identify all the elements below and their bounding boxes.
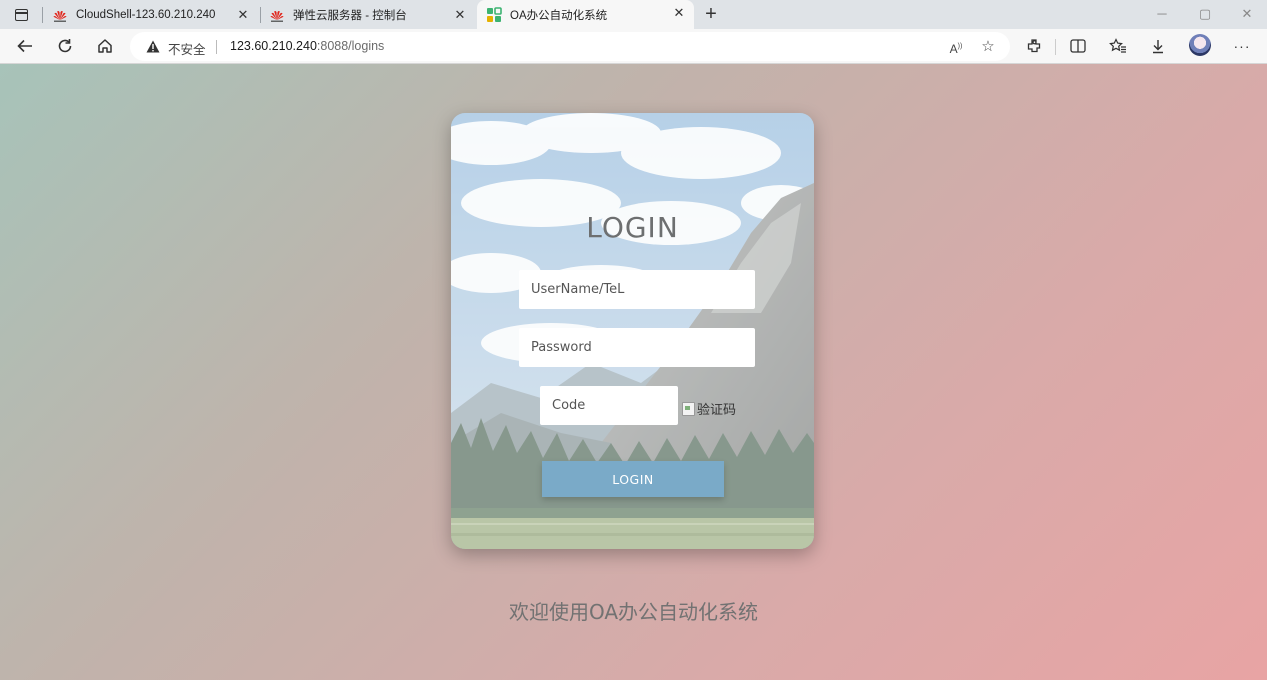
new-tab-button[interactable]: + <box>700 3 722 25</box>
login-button[interactable]: LOGIN <box>542 461 724 497</box>
tab-title: CloudShell-123.60.210.240 <box>76 9 216 21</box>
profile-avatar[interactable] <box>1189 34 1211 56</box>
split-screen-icon[interactable] <box>1066 35 1090 57</box>
tab-separator <box>260 7 261 23</box>
tab-oa-system[interactable]: OA办公自动化系统 ✕ <box>477 0 694 29</box>
minimize-button[interactable]: ─ <box>1147 4 1177 24</box>
url-host: 123.60.210.240 <box>230 39 317 53</box>
app-grid-icon <box>487 6 502 22</box>
toolbar-separator <box>1055 39 1056 55</box>
tab-title: 弹性云服务器 - 控制台 <box>293 10 407 22</box>
close-icon[interactable]: ✕ <box>670 4 688 22</box>
tab-title: OA办公自动化系统 <box>510 9 608 22</box>
more-menu-icon[interactable]: ··· <box>1230 35 1254 57</box>
window-close-button[interactable]: ✕ <box>1232 4 1262 24</box>
tab-ecs-console[interactable]: 弹性云服务器 - 控制台 ✕ <box>269 2 475 28</box>
tab-cloudshell[interactable]: CloudShell-123.60.210.240 ✕ <box>52 2 258 28</box>
close-icon[interactable]: ✕ <box>451 6 469 24</box>
browser-toolbar: 不安全 123.60.210.240:8088/logins A)) ☆ ··· <box>0 29 1267 64</box>
extensions-icon[interactable] <box>1022 35 1046 57</box>
captcha-alt-text: 验证码 <box>697 403 737 418</box>
tab-separator <box>42 7 43 23</box>
home-icon[interactable] <box>92 34 118 58</box>
username-input[interactable] <box>519 270 755 309</box>
address-bar[interactable]: 不安全 123.60.210.240:8088/logins A)) ☆ <box>130 32 1010 61</box>
download-icon[interactable] <box>1146 35 1170 57</box>
omnibox-divider <box>216 40 217 54</box>
broken-image-icon <box>682 401 695 416</box>
refresh-icon[interactable] <box>52 34 78 58</box>
url-path: :8088/logins <box>316 39 385 53</box>
back-icon[interactable] <box>12 34 38 58</box>
welcome-text: 欢迎使用OA办公自动化系统 <box>508 600 759 624</box>
tab-actions-icon[interactable] <box>8 5 34 25</box>
maximize-button[interactable]: ▢ <box>1190 4 1220 24</box>
captcha-image[interactable]: 验证码 <box>682 399 736 418</box>
warning-icon[interactable] <box>146 40 160 53</box>
read-aloud-icon[interactable]: A)) <box>946 37 966 57</box>
favorite-add-icon[interactable]: ☆ <box>978 37 998 57</box>
security-label[interactable]: 不安全 <box>168 39 206 58</box>
login-card: LOGIN 验证码 LOGIN <box>451 113 814 549</box>
tab-strip: CloudShell-123.60.210.240 ✕ 弹性云服务器 - 控制台… <box>0 0 1267 29</box>
page-background: LOGIN 验证码 LOGIN 欢迎使用OA办公自动化系统 <box>0 64 1267 680</box>
url-text[interactable]: 123.60.210.240:8088/logins <box>230 39 384 53</box>
code-input[interactable] <box>540 386 678 425</box>
close-icon[interactable]: ✕ <box>234 6 252 24</box>
huawei-icon <box>270 11 284 22</box>
favorites-icon[interactable] <box>1106 35 1130 57</box>
password-input[interactable] <box>519 328 755 367</box>
login-title: LOGIN <box>586 211 679 244</box>
huawei-icon <box>53 11 67 22</box>
